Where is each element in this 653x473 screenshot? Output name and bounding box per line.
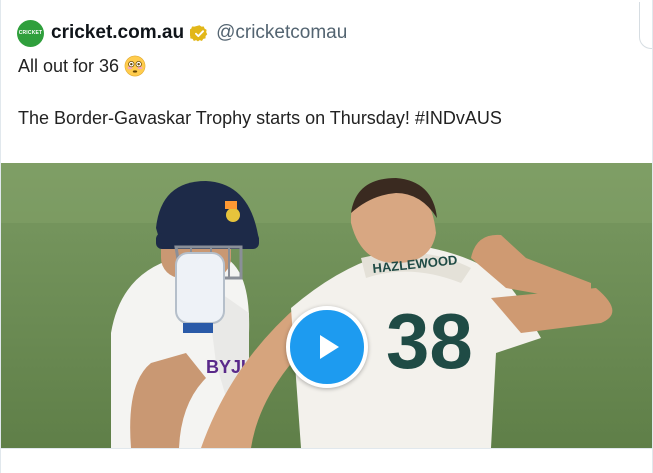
divider [1, 448, 652, 449]
play-button[interactable] [286, 306, 368, 388]
avatar-text: CRICKET [18, 30, 43, 36]
flushed-face-emoji-icon [124, 55, 146, 77]
avatar[interactable]: CRICKET [17, 19, 44, 47]
tweet-card[interactable]: CRICKET cricket.com.au @cricketcomau All… [0, 0, 653, 473]
verified-badge-icon [190, 24, 208, 41]
jersey-number: 38 [386, 297, 473, 385]
author-name[interactable]: cricket.com.au [51, 22, 184, 44]
card-corner [639, 2, 652, 49]
tweet-text-line-2: The Border-Gavaskar Trophy starts on Thu… [18, 108, 502, 128]
tweet-text-line-1-text: All out for 36 [18, 55, 120, 76]
author-handle[interactable]: @cricketcomau [216, 22, 347, 44]
tweet-text-line-1: All out for 36 [18, 55, 146, 77]
tweet-header: CRICKET cricket.com.au @cricketcomau [17, 19, 347, 47]
play-icon [320, 335, 339, 359]
